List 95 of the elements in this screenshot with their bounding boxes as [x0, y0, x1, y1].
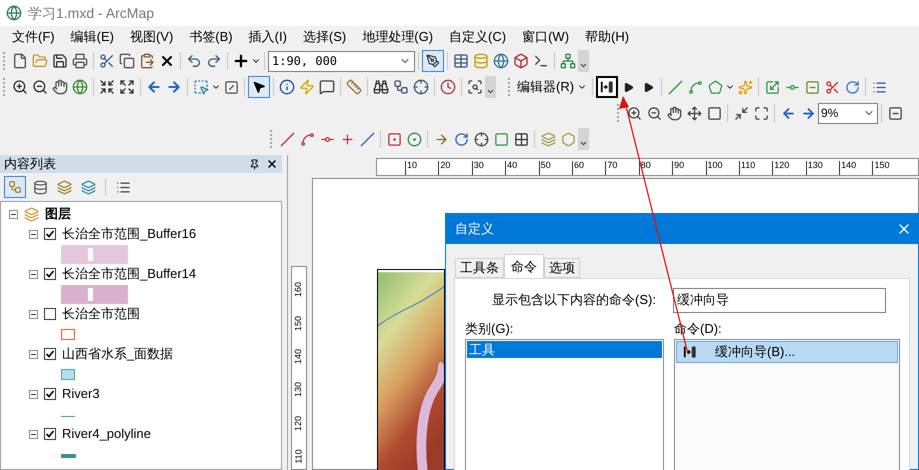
ruler-label: 150 — [292, 314, 304, 333]
layer-checkbox[interactable] — [44, 388, 56, 400]
layer-checkbox[interactable] — [44, 308, 56, 320]
toolbar-overflow-icon[interactable] — [578, 128, 589, 150]
collapse-toggle[interactable] — [29, 350, 38, 358]
toolbar-overflow-icon[interactable] — [485, 76, 496, 98]
menu-item[interactable]: 书签(B) — [183, 27, 239, 47]
copy-icon[interactable] — [117, 51, 137, 71]
menu-item[interactable]: 视图(V) — [124, 27, 180, 47]
print-icon[interactable] — [70, 51, 90, 71]
ruler-label: 150 — [872, 161, 906, 175]
command-item[interactable]: 缓冲向导(B)... — [676, 341, 898, 363]
collapse-toggle[interactable] — [29, 230, 38, 238]
ruler-label: 130 — [292, 381, 304, 400]
buffer-icon — [683, 345, 697, 359]
layer-checkbox[interactable] — [44, 348, 56, 360]
menu-item[interactable]: 文件(F) — [6, 27, 61, 47]
ruler-label: 110 — [738, 161, 772, 175]
drawing-order-icon — [8, 180, 22, 194]
dialog-tab[interactable]: 工具条 — [455, 258, 504, 278]
layer-name[interactable]: 长治全市范围_Buffer16 — [62, 224, 196, 244]
info-icon[interactable] — [277, 77, 297, 97]
buffer-icon — [600, 80, 614, 94]
scale-combo[interactable]: 1:90, 000 — [268, 50, 415, 72]
zoom-percent-combo[interactable]: 9% — [818, 102, 878, 124]
ruler-label: 10 — [405, 161, 438, 175]
window-title: 学习1.mxd - ArcMap — [28, 4, 154, 23]
layer-checkbox[interactable] — [44, 228, 56, 240]
menu-item[interactable]: 窗口(W) — [516, 27, 576, 47]
close-icon[interactable] — [266, 158, 278, 170]
ruler-label: 120 — [772, 161, 806, 175]
menu-item[interactable]: 帮助(H) — [579, 27, 636, 47]
layer-checkbox[interactable] — [44, 428, 56, 440]
layer-name[interactable]: 长治全市范围 — [62, 304, 140, 324]
editor-menu[interactable]: 编辑器(R) — [515, 77, 590, 97]
ruler-label: 140 — [292, 348, 304, 366]
ruler-label: 80 — [638, 161, 672, 175]
layer-name[interactable]: 山西省水系_面数据 — [62, 344, 174, 364]
ruler-label: 160 — [292, 281, 304, 300]
category-label: 类别(G): — [465, 320, 514, 338]
filter-label: 显示包含以下内容的命令(S): — [491, 291, 657, 310]
pen-icon — [426, 54, 440, 68]
model-builder-icon[interactable] — [558, 51, 578, 71]
pointer-icon — [252, 80, 266, 94]
fill-symbol — [61, 284, 128, 304]
app-icon — [6, 5, 22, 21]
filter-field[interactable]: 缓冲向导 — [673, 288, 886, 312]
layer-name[interactable]: 长治全市范围_Buffer14 — [62, 264, 196, 284]
ruler-label: 70 — [605, 161, 639, 175]
ruler-label: 120 — [292, 414, 304, 433]
menu-item[interactable]: 插入(I) — [242, 27, 293, 47]
dialog-tab[interactable]: 命令 — [504, 254, 544, 278]
ruler-label: 40 — [505, 161, 539, 175]
dialog-tab[interactable]: 选项 — [544, 258, 580, 278]
editor-toolbar-button[interactable] — [422, 50, 444, 72]
layer-name[interactable]: River4_polyline — [62, 424, 151, 444]
layer-name[interactable]: River3 — [62, 384, 100, 404]
collapse-toggle[interactable] — [29, 390, 38, 398]
search-window-icon[interactable] — [491, 51, 511, 71]
tree-item[interactable]: 图层 — [45, 204, 71, 224]
ruler-label: 110 — [292, 448, 304, 466]
ruler-label: 140 — [839, 161, 872, 175]
menu-item[interactable]: 选择(S) — [296, 27, 352, 47]
clock-icon[interactable] — [438, 77, 458, 97]
menu-item[interactable]: 自定义(C) — [443, 27, 512, 47]
toolbar-overflow-icon[interactable] — [578, 50, 589, 72]
collapse-toggle[interactable] — [29, 310, 38, 318]
layer-checkbox[interactable] — [44, 268, 56, 280]
collapse-toggle[interactable] — [29, 430, 38, 438]
outline-symbol — [61, 328, 75, 340]
ruler-label: 60 — [572, 161, 606, 175]
layers-icon — [24, 206, 39, 222]
list-by-drawing-order-button[interactable] — [4, 176, 26, 198]
ruler-icon[interactable] — [344, 77, 364, 97]
ruler-label: 90 — [672, 161, 706, 175]
ruler-label: 50 — [538, 161, 572, 175]
buffer-wizard-button[interactable] — [596, 76, 618, 98]
globe-icon[interactable] — [70, 77, 90, 97]
ruler-label: 30 — [472, 161, 506, 175]
collapse-toggle[interactable] — [9, 210, 18, 218]
select-pointer-button[interactable] — [248, 76, 270, 98]
collapse-toggle[interactable] — [29, 270, 38, 278]
menu-item[interactable]: 地理处理(G) — [356, 27, 440, 47]
fill-symbol — [61, 244, 128, 264]
ruler-label: 130 — [806, 161, 840, 175]
pin-icon[interactable] — [249, 158, 260, 170]
xy-crosshair-icon[interactable] — [411, 77, 431, 97]
list-item[interactable]: 工具 — [467, 341, 662, 358]
ruler-label: 100 — [706, 161, 739, 175]
area-symbol — [61, 368, 75, 380]
ruler-label: 20 — [438, 161, 472, 175]
menu-item[interactable]: 编辑(E) — [64, 27, 120, 47]
panel-title: 内容列表 — [4, 155, 56, 174]
dialog-title: 自定义 — [455, 220, 494, 238]
pan-hand-icon[interactable] — [50, 77, 70, 97]
